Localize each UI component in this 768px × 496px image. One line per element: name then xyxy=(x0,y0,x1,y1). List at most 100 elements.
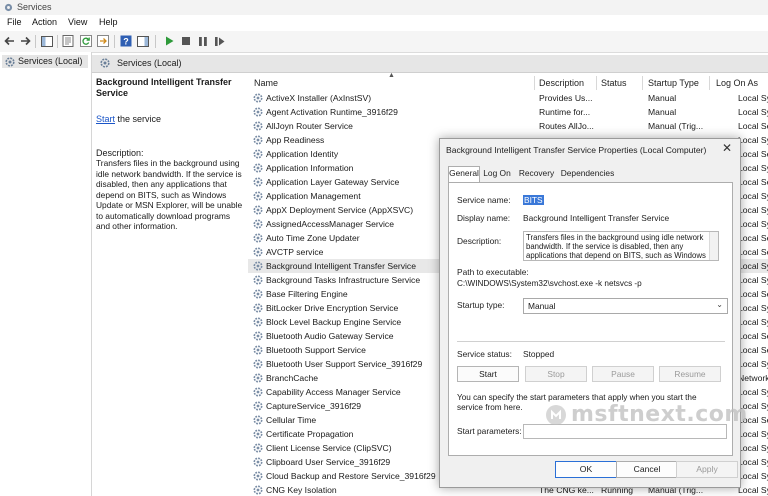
service-log-on-as-cell: Local Syste... xyxy=(738,485,768,495)
path-to-executable: C:\WINDOWS\System32\svchost.exe -k netsv… xyxy=(457,279,642,288)
startup-type-select[interactable]: Manual ⌄ xyxy=(523,298,728,314)
column-header-name[interactable]: Name xyxy=(254,78,278,88)
services-gear-icon xyxy=(5,57,15,67)
refresh-icon[interactable] xyxy=(80,35,92,47)
stop-button[interactable]: Stop xyxy=(525,366,587,382)
startup-type-label: Startup type: xyxy=(457,300,505,310)
column-divider[interactable] xyxy=(534,76,535,90)
tab-general[interactable]: General xyxy=(448,166,480,182)
main-pane-title: Services (Local) xyxy=(117,58,182,68)
column-header-log-on-as[interactable]: Log On As xyxy=(716,78,758,88)
start-service-link[interactable]: Start xyxy=(96,114,115,124)
column-divider[interactable] xyxy=(709,76,710,90)
service-log-on-as-cell: Local Syste... xyxy=(738,303,768,313)
action-pane-icon[interactable] xyxy=(137,35,149,47)
menu-file[interactable]: File xyxy=(7,17,22,27)
svg-text:?: ? xyxy=(123,37,129,47)
start-button[interactable]: Start xyxy=(457,366,519,382)
menu-help[interactable]: Help xyxy=(99,17,118,27)
tab-log-on[interactable]: Log On xyxy=(481,167,513,180)
service-name-cell: BranchCache xyxy=(266,373,319,383)
restart-service-icon[interactable] xyxy=(214,35,226,47)
service-name-cell: Agent Activation Runtime_3916f29 xyxy=(266,107,398,117)
service-gear-icon xyxy=(253,163,263,173)
toolbar-separator xyxy=(155,35,156,48)
column-header-description[interactable]: Description xyxy=(539,78,584,88)
service-name-cell: Background Tasks Infrastructure Service xyxy=(266,275,421,285)
forward-arrow-icon[interactable] xyxy=(19,35,31,47)
service-name-cell: Background Intelligent Transfer Service xyxy=(266,261,416,271)
service-name-cell: Certificate Propagation xyxy=(266,429,354,439)
start-parameters-label: Start parameters: xyxy=(457,426,522,436)
service-row[interactable]: Agent Activation Runtime_3916f29 Runtime … xyxy=(248,105,768,119)
service-name-text: BITS xyxy=(523,195,544,205)
ok-button[interactable]: OK xyxy=(555,461,617,478)
show-hide-console-tree-icon[interactable] xyxy=(41,35,53,47)
service-gear-icon xyxy=(253,261,263,271)
resume-button[interactable]: Resume xyxy=(659,366,721,382)
service-status-value: Stopped xyxy=(523,349,555,359)
service-log-on-as-cell: Local Syste... xyxy=(738,191,768,201)
selected-service-name: Background Intelligent Transfer Service xyxy=(96,77,232,98)
service-name-cell: App Readiness xyxy=(266,135,325,145)
service-row[interactable]: AllJoyn Router Service Routes AllJo... Man… xyxy=(248,119,768,133)
service-gear-icon xyxy=(253,415,263,425)
column-header-startup-type[interactable]: Startup Type xyxy=(648,78,699,88)
service-startup-type-cell: Manual xyxy=(648,107,677,117)
service-row[interactable]: ActiveX Installer (AxInstSV) Provides Us.… xyxy=(248,91,768,105)
service-name-value[interactable]: BITS xyxy=(523,195,544,205)
service-gear-icon xyxy=(253,219,263,229)
close-icon[interactable]: ✕ xyxy=(720,141,734,155)
service-name-cell: Clipboard User Service_3916f29 xyxy=(266,457,391,467)
column-header-status[interactable]: Status xyxy=(601,78,627,88)
service-gear-icon xyxy=(253,289,263,299)
toolbar-separator xyxy=(114,35,115,48)
services-gear-icon xyxy=(100,58,110,68)
service-description: Transfers files in the background using … xyxy=(96,158,243,231)
pause-button[interactable]: Pause xyxy=(592,366,654,382)
service-gear-icon xyxy=(253,191,263,201)
service-log-on-as-cell: Local Syste... xyxy=(738,107,768,117)
service-name-cell: Capability Access Manager Service xyxy=(266,387,401,397)
watermark: msftnext.com xyxy=(545,400,747,432)
cancel-button[interactable]: Cancel xyxy=(616,461,678,478)
service-gear-icon xyxy=(253,303,263,313)
column-divider[interactable] xyxy=(596,76,597,90)
tab-recovery[interactable]: Recovery xyxy=(517,167,556,180)
tree-node-services-local[interactable]: Services (Local) xyxy=(2,55,88,68)
service-gear-icon xyxy=(253,457,263,467)
dialog-title: Background Intelligent Transfer Service … xyxy=(446,145,707,155)
service-gear-icon xyxy=(253,107,263,117)
column-divider[interactable] xyxy=(642,76,643,90)
service-gear-icon xyxy=(253,247,263,257)
back-arrow-icon[interactable] xyxy=(3,35,15,47)
tab-dependencies[interactable]: Dependencies xyxy=(560,167,615,180)
service-name-label: Service name: xyxy=(457,195,511,205)
service-startup-type-cell: Manual xyxy=(648,93,677,103)
display-name-value[interactable]: Background Intelligent Transfer Service xyxy=(523,213,669,223)
start-service-play-icon[interactable] xyxy=(163,35,175,47)
stop-service-icon[interactable] xyxy=(180,35,192,47)
toolbar: ? xyxy=(0,31,768,53)
apply-button[interactable]: Apply xyxy=(676,461,738,478)
description-scrollbar[interactable] xyxy=(709,232,718,260)
properties-sheet-icon[interactable] xyxy=(62,35,74,47)
service-name-cell: Base Filtering Engine xyxy=(266,289,348,299)
service-gear-icon xyxy=(253,149,263,159)
menu-bar: File Action View Help xyxy=(0,15,768,31)
description-textbox[interactable]: Transfers files in the background using … xyxy=(523,231,719,261)
service-gear-icon xyxy=(253,359,263,369)
service-gear-icon xyxy=(253,135,263,145)
service-log-on-as-cell: Local Service xyxy=(738,331,768,341)
menu-action[interactable]: Action xyxy=(32,17,57,27)
service-log-on-as-cell: Network S... xyxy=(738,373,768,383)
service-gear-icon xyxy=(253,401,263,411)
service-name-cell: Block Level Backup Engine Service xyxy=(266,317,402,327)
service-gear-icon xyxy=(253,317,263,327)
export-list-icon[interactable] xyxy=(97,35,109,47)
menu-view[interactable]: View xyxy=(68,17,87,27)
service-gear-icon xyxy=(253,345,263,355)
pause-service-icon[interactable] xyxy=(197,35,209,47)
service-name-cell: ActiveX Installer (AxInstSV) xyxy=(266,93,372,103)
help-icon[interactable]: ? xyxy=(120,35,132,47)
